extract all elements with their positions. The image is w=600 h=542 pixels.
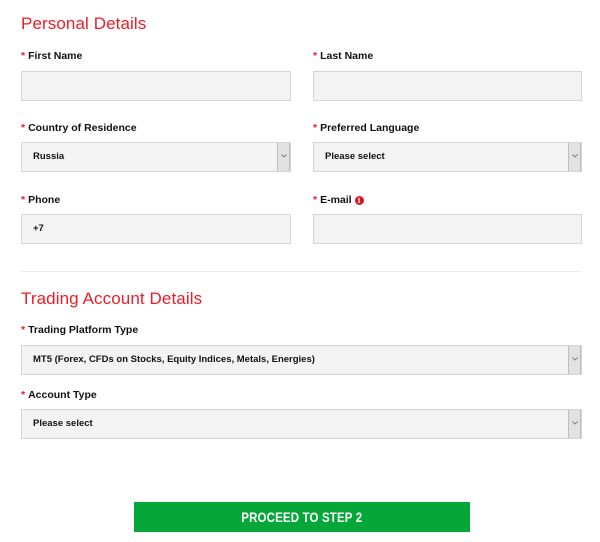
language-label: * Preferred Language (313, 122, 419, 134)
language-select-value: Please select (325, 151, 385, 162)
country-select-value: Russia (33, 151, 65, 162)
language-label-text: Preferred Language (320, 122, 420, 134)
platform-select[interactable]: MT5 (Forex, CFDs on Stocks, Equity Indic… (21, 345, 582, 375)
first-name-input[interactable] (21, 71, 291, 101)
country-label: * Country of Residence (21, 122, 137, 134)
last-name-label: * Last Name (313, 50, 373, 62)
chevron-down-icon[interactable] (568, 143, 581, 171)
proceed-button-label: PROCEED TO STEP 2 (241, 509, 363, 525)
required-marker: * (21, 50, 26, 62)
required-marker: * (313, 194, 318, 206)
required-marker: * (21, 389, 26, 401)
platform-label: * Trading Platform Type (21, 324, 138, 336)
personal-details-heading: Personal Details (21, 14, 147, 33)
account-type-select-value: Please select (33, 418, 93, 429)
required-marker: * (313, 50, 318, 62)
account-type-label-text: Account Type (28, 389, 97, 401)
first-name-label-text: First Name (28, 50, 83, 62)
language-select[interactable]: Please select (313, 142, 582, 172)
section-divider (21, 271, 581, 272)
last-name-input[interactable] (313, 71, 582, 101)
phone-label: * Phone (21, 194, 60, 206)
trading-account-heading: Trading Account Details (21, 289, 203, 308)
required-marker: * (21, 194, 26, 206)
chevron-down-icon[interactable] (568, 346, 581, 374)
platform-select-value: MT5 (Forex, CFDs on Stocks, Equity Indic… (33, 354, 315, 365)
phone-input[interactable]: +7 (21, 214, 291, 244)
required-marker: * (21, 122, 26, 134)
chevron-down-icon[interactable] (568, 410, 581, 438)
account-type-select[interactable]: Please select (21, 409, 582, 439)
country-select[interactable]: Russia (21, 142, 291, 172)
email-input[interactable] (313, 214, 582, 244)
proceed-to-step-2-button[interactable]: PROCEED TO STEP 2 (134, 502, 470, 532)
last-name-label-text: Last Name (320, 50, 374, 62)
first-name-label: * First Name (21, 50, 82, 62)
required-marker: * (21, 324, 26, 336)
chevron-down-icon[interactable] (277, 143, 290, 171)
info-icon[interactable]: i (354, 196, 364, 205)
account-type-label: * Account Type (21, 389, 97, 401)
email-label: * E-mail i (313, 194, 364, 206)
platform-label-text: Trading Platform Type (28, 324, 139, 336)
email-label-text: E-mail (320, 194, 352, 206)
required-marker: * (313, 122, 318, 134)
country-label-text: Country of Residence (28, 122, 137, 134)
phone-label-text: Phone (28, 194, 61, 206)
